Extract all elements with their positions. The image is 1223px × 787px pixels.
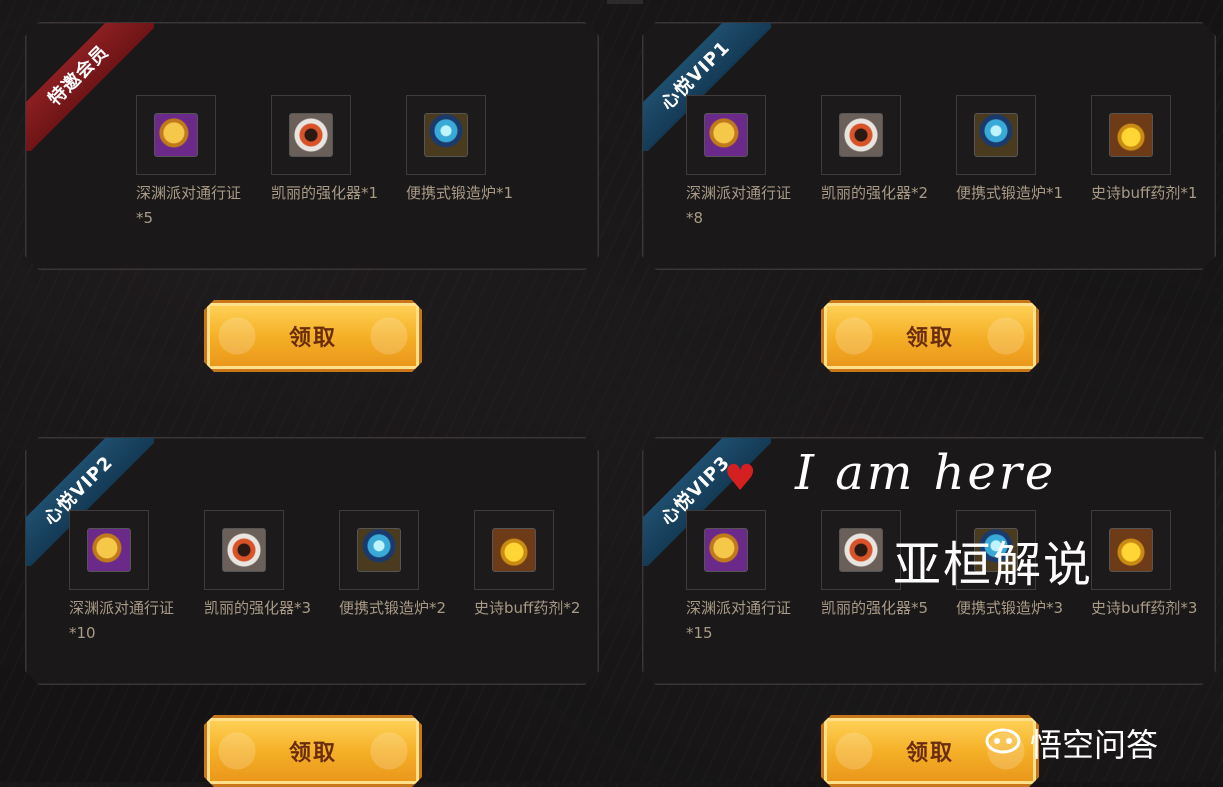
claim-button-label: 领取 bbox=[905, 741, 954, 766]
ribbon: 特邀会员 bbox=[26, 23, 154, 151]
item-slot bbox=[1091, 95, 1171, 175]
claim-button-vip2[interactable]: 领取 bbox=[204, 715, 422, 787]
item-name: 便携式锻造炉*3 bbox=[956, 599, 1064, 617]
reward-item: 深渊派对通行证*15 bbox=[686, 510, 821, 646]
item-name: 便携式锻造炉*1 bbox=[956, 184, 1064, 202]
forge-icon bbox=[424, 113, 468, 157]
claim-button-vip1[interactable]: 领取 bbox=[821, 300, 1039, 372]
item-name: 深渊派对通行证*10 bbox=[69, 599, 175, 642]
handwriting-overlay: I am here bbox=[795, 445, 1057, 501]
reward-item: 凯丽的强化器*3 bbox=[204, 510, 339, 646]
wukong-logo-icon bbox=[985, 728, 1021, 754]
item-slot bbox=[69, 510, 149, 590]
gear-icon bbox=[839, 113, 883, 157]
claim-button-label: 领取 bbox=[288, 741, 337, 766]
item-name: 深渊派对通行证*15 bbox=[686, 599, 792, 642]
author-watermark: 亚桓解说 bbox=[893, 537, 1094, 593]
item-slot bbox=[136, 95, 216, 175]
gear-icon bbox=[222, 528, 266, 572]
reward-item: 便携式锻造炉*1 bbox=[406, 95, 541, 231]
pass-icon bbox=[154, 113, 198, 157]
reward-item: 凯丽的强化器*1 bbox=[271, 95, 406, 231]
item-name: 史诗buff药剂*2 bbox=[474, 599, 581, 617]
reward-items: 深渊派对通行证*5 凯丽的强化器*1 便携式锻造炉*1 bbox=[136, 95, 541, 231]
gear-icon bbox=[839, 528, 883, 572]
gear-icon bbox=[289, 113, 333, 157]
claim-button-label: 领取 bbox=[288, 326, 337, 351]
item-name: 便携式锻造炉*2 bbox=[339, 599, 447, 617]
reward-item: 史诗buff药剂*2 bbox=[474, 510, 609, 646]
item-slot bbox=[271, 95, 351, 175]
item-name: 史诗buff药剂*3 bbox=[1091, 599, 1198, 617]
item-slot bbox=[956, 95, 1036, 175]
ribbon-label: 特邀会员 bbox=[26, 23, 154, 151]
item-name: 凯丽的强化器*5 bbox=[821, 599, 929, 617]
reward-item: 史诗buff药剂*1 bbox=[1091, 95, 1223, 231]
wukong-logo-text: 悟空问答 bbox=[1030, 726, 1159, 764]
reward-items: 深渊派对通行证*8 凯丽的强化器*2 便携式锻造炉*1 史诗buff药剂*1 bbox=[686, 95, 1223, 231]
potion-icon bbox=[1109, 528, 1153, 572]
reward-item: 便携式锻造炉*2 bbox=[339, 510, 474, 646]
item-slot bbox=[1091, 510, 1171, 590]
claim-button-label: 领取 bbox=[905, 326, 954, 351]
item-slot bbox=[204, 510, 284, 590]
pass-icon bbox=[704, 113, 748, 157]
item-name: 深渊派对通行证*5 bbox=[136, 184, 242, 227]
item-name: 凯丽的强化器*3 bbox=[204, 599, 312, 617]
item-slot bbox=[406, 95, 486, 175]
reward-panel-vip1: 心悦VIP1 深渊派对通行证*8 凯丽的强化器*2 便携式锻造炉*1 史诗buf… bbox=[642, 22, 1216, 270]
reward-panel-guest: 特邀会员 深渊派对通行证*5 凯丽的强化器*1 便携式锻造炉*1 bbox=[25, 22, 599, 270]
claim-button-guest[interactable]: 领取 bbox=[204, 300, 422, 372]
item-name: 便携式锻造炉*1 bbox=[406, 184, 514, 202]
forge-icon bbox=[357, 528, 401, 572]
potion-icon bbox=[1109, 113, 1153, 157]
heart-icon: ♥ bbox=[724, 458, 757, 499]
reward-item: 史诗buff药剂*3 bbox=[1091, 510, 1223, 646]
item-slot bbox=[339, 510, 419, 590]
reward-item: 深渊派对通行证*10 bbox=[69, 510, 204, 646]
item-slot bbox=[686, 510, 766, 590]
reward-items: 深渊派对通行证*10 凯丽的强化器*3 便携式锻造炉*2 史诗buff药剂*2 bbox=[69, 510, 609, 646]
top-tab bbox=[607, 0, 643, 4]
reward-panel-vip2: 心悦VIP2 深渊派对通行证*10 凯丽的强化器*3 便携式锻造炉*2 史诗bu… bbox=[25, 437, 599, 685]
reward-item: 深渊派对通行证*8 bbox=[686, 95, 821, 231]
reward-item: 凯丽的强化器*2 bbox=[821, 95, 956, 231]
item-slot bbox=[821, 95, 901, 175]
potion-icon bbox=[492, 528, 536, 572]
forge-icon bbox=[974, 113, 1018, 157]
item-slot bbox=[686, 95, 766, 175]
item-name: 史诗buff药剂*1 bbox=[1091, 184, 1198, 202]
item-slot bbox=[474, 510, 554, 590]
item-name: 凯丽的强化器*1 bbox=[271, 184, 379, 202]
item-name: 深渊派对通行证*8 bbox=[686, 184, 792, 227]
item-slot bbox=[821, 510, 901, 590]
item-name: 凯丽的强化器*2 bbox=[821, 184, 929, 202]
pass-icon bbox=[87, 528, 131, 572]
pass-icon bbox=[704, 528, 748, 572]
reward-item: 便携式锻造炉*1 bbox=[956, 95, 1091, 231]
reward-item: 深渊派对通行证*5 bbox=[136, 95, 271, 231]
